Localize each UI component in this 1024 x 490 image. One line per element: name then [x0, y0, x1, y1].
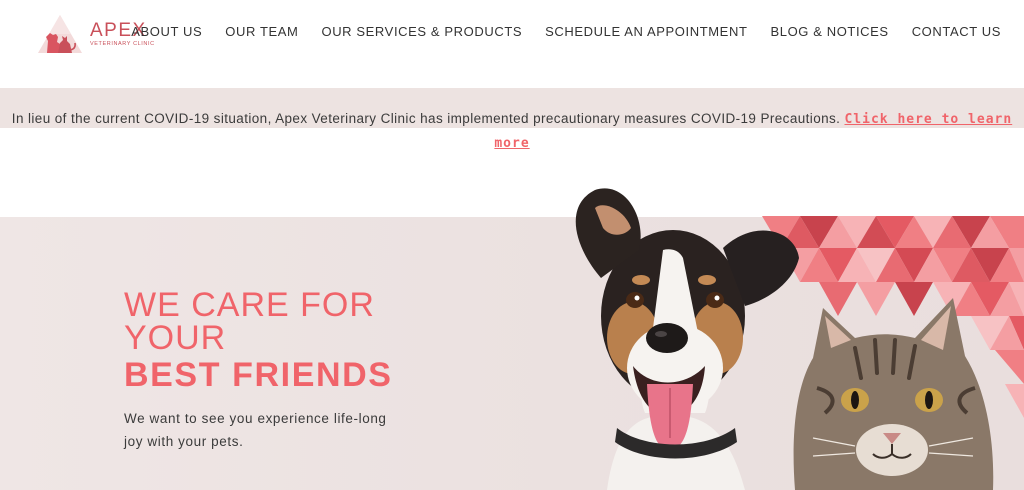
nav-blog-notices[interactable]: BLOG & NOTICES — [770, 24, 888, 40]
hero-headline-line1: WE CARE FOR — [124, 286, 375, 324]
hero-subtext: We want to see you experience life-long … — [124, 411, 387, 449]
cat-icon — [793, 298, 994, 490]
main-nav: ABOUT US OUR TEAM OUR SERVICES & PRODUCT… — [108, 24, 1001, 40]
notice-text: In lieu of the current COVID-19 situatio… — [11, 111, 845, 126]
hero-headline-emphasis: BEST FRIENDS — [124, 356, 393, 394]
hero-headline-line2: YOUR — [124, 319, 227, 357]
nav-schedule-appointment[interactable]: SCHEDULE AN APPOINTMENT — [545, 24, 747, 40]
dog-icon — [575, 188, 799, 490]
nav-services-products[interactable]: OUR SERVICES & PRODUCTS — [321, 24, 522, 40]
brand-subtitle: VETERINARY CLINIC — [90, 40, 155, 47]
nav-about-us[interactable]: ABOUT US — [131, 24, 202, 40]
pet-logo-icon — [38, 13, 88, 55]
nav-our-team[interactable]: OUR TEAM — [225, 24, 298, 40]
covid-notice: In lieu of the current COVID-19 situatio… — [0, 88, 1024, 158]
notice-message: In lieu of the current COVID-19 situatio… — [0, 107, 1024, 155]
nav-contact-us[interactable]: CONTACT US — [912, 24, 1001, 40]
site-header: APEX VETERINARY CLINIC ABOUT US OUR TEAM… — [0, 0, 1024, 88]
dog-and-cat-image — [555, 188, 1024, 490]
hero-copy: WE CARE FOR YOUR BEST FRIENDS We want to… — [124, 286, 484, 453]
